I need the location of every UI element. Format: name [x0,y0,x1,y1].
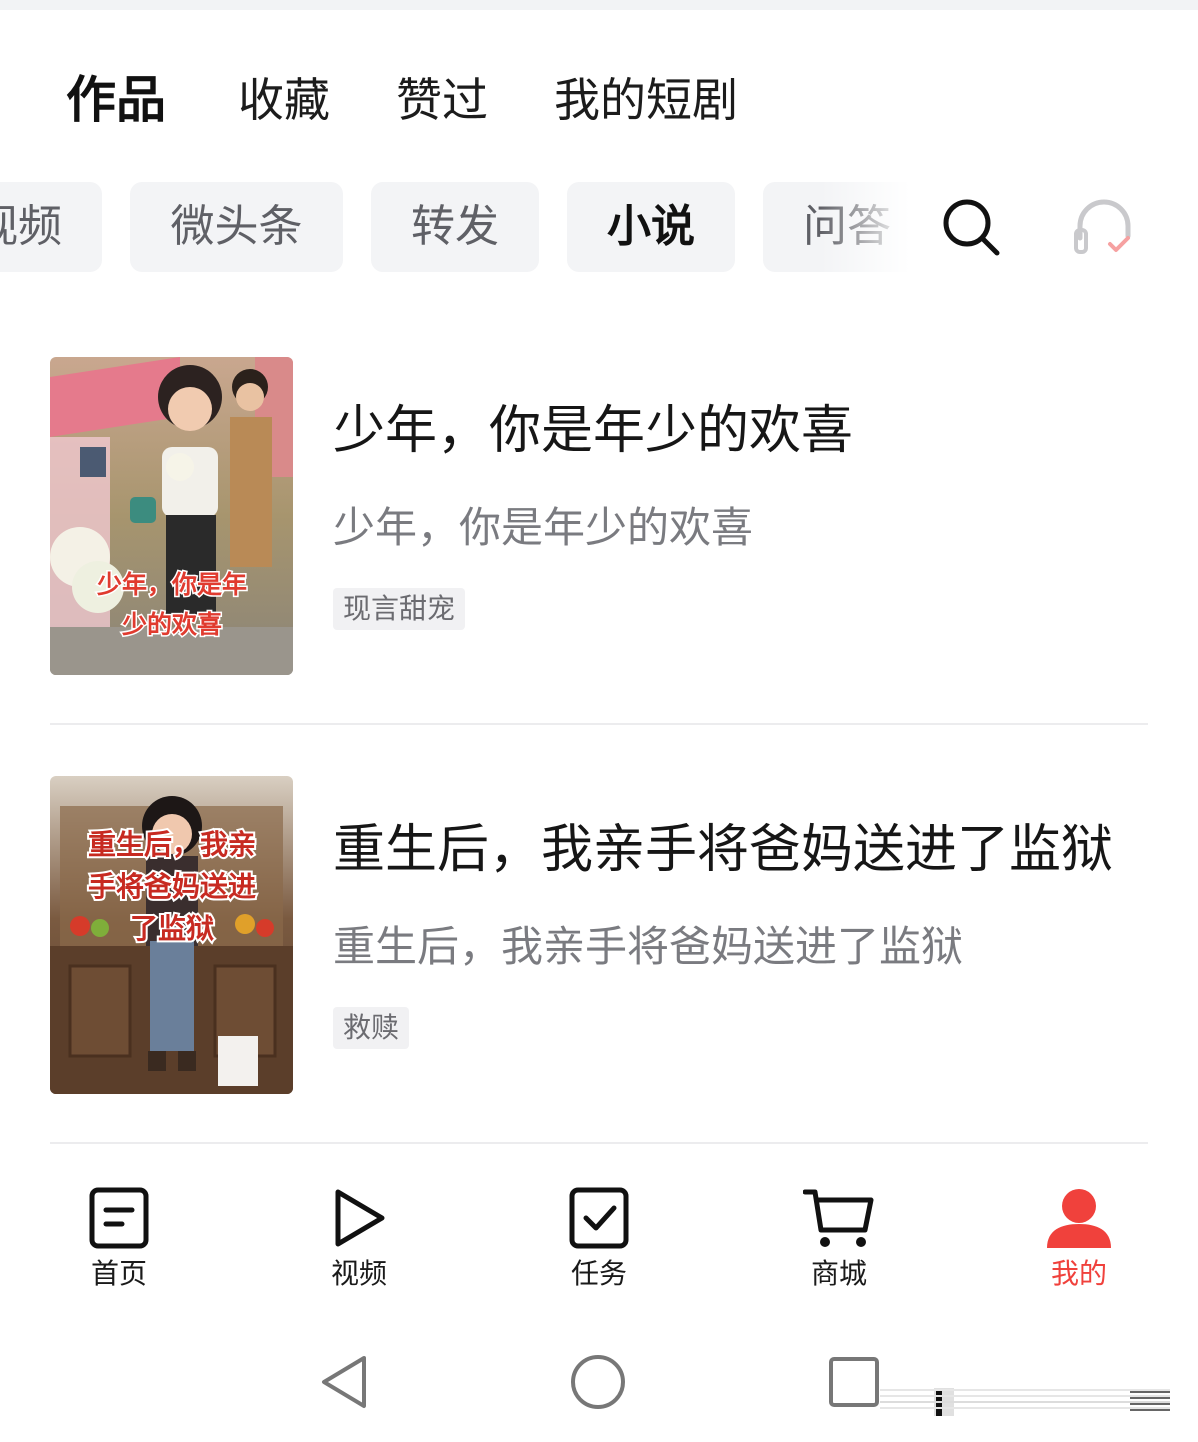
chip-video-label: 视频 [0,201,62,252]
search-icon[interactable] [940,196,1002,258]
nav-home-label: 首页 [90,1257,147,1290]
headphones-icon[interactable] [1070,196,1136,258]
novel-subtitle: 少年，你是年少的欢喜 [333,503,754,552]
book-cover-image: 少年，你是年 少的欢喜 [50,357,293,675]
back-triangle-icon[interactable] [318,1352,370,1412]
cover-title-line2: 少的欢喜 [121,610,222,639]
cart-icon [803,1189,874,1247]
genre-tag: 救赎 [333,1007,410,1049]
novel-list-item[interactable]: 少年，你是年 少的欢喜 少年，你是年少的欢喜 少年，你是年少的欢喜 现言甜宠 [50,357,1148,677]
cover-title-line3: 了监狱 [130,913,214,945]
nav-home[interactable]: 首页 [49,1186,189,1306]
tab-works[interactable]: 作品 [66,68,166,132]
novel-list-item[interactable]: 重生后，我亲 手将爸妈送进 了监狱 重生后，我亲手将爸妈送进了监狱 重生后，我亲… [50,776,1148,1096]
chips-fade-overlay [820,182,920,274]
person-icon [1047,1189,1111,1248]
tab-favorites[interactable]: 收藏 [238,68,330,132]
book-cover-image: 重生后，我亲 手将爸妈送进 了监狱 [50,776,293,1094]
status-bar-strip [0,0,1198,10]
chip-novels[interactable]: 小说 [567,182,735,272]
cover-title-line2: 手将爸妈送进 [88,871,256,903]
novel-title[interactable]: 少年，你是年少的欢喜 [333,397,853,465]
chip-reposts[interactable]: 转发 [371,182,539,272]
play-icon [335,1189,385,1247]
cover-title-line1: 重生后，我亲 [88,829,256,861]
novel-title[interactable]: 重生后，我亲手将爸妈送进了监狱 [333,816,1113,884]
nav-me-label: 我的 [1050,1257,1107,1290]
profile-works-page: 作品 收藏 赞过 我的短剧 视频 微头条 转发 小说 问答 [0,0,1198,1442]
nav-me[interactable]: 我的 [1009,1186,1149,1306]
home-circle-icon[interactable] [570,1354,626,1410]
nav-video-label: 视频 [330,1257,387,1290]
chip-micro-headlines[interactable]: 微头条 [130,182,343,272]
nav-mall-label: 商城 [810,1257,867,1290]
novel-subtitle: 重生后，我亲手将爸妈送进了监狱 [333,922,964,971]
nav-mall[interactable]: 商城 [769,1186,909,1306]
nav-video[interactable]: 视频 [289,1186,429,1306]
nav-tasks-label: 任务 [570,1257,627,1290]
home-doc-icon [89,1187,149,1249]
cover-title-line1: 少年，你是年 [96,570,247,599]
genre-tag: 现言甜宠 [333,588,466,630]
recents-square-icon[interactable] [828,1356,880,1408]
tab-my-short-dramas[interactable]: 我的短剧 [554,68,738,132]
watermark-lines [880,1388,1170,1416]
chip-video[interactable]: 视频 [0,182,102,272]
task-check-icon [569,1187,629,1249]
content-filter-chips: 视频 微头条 转发 小说 问答 [0,182,920,274]
tab-liked[interactable]: 赞过 [396,68,488,132]
list-divider [50,1142,1148,1144]
nav-tasks[interactable]: 任务 [529,1186,669,1306]
list-divider [50,723,1148,725]
